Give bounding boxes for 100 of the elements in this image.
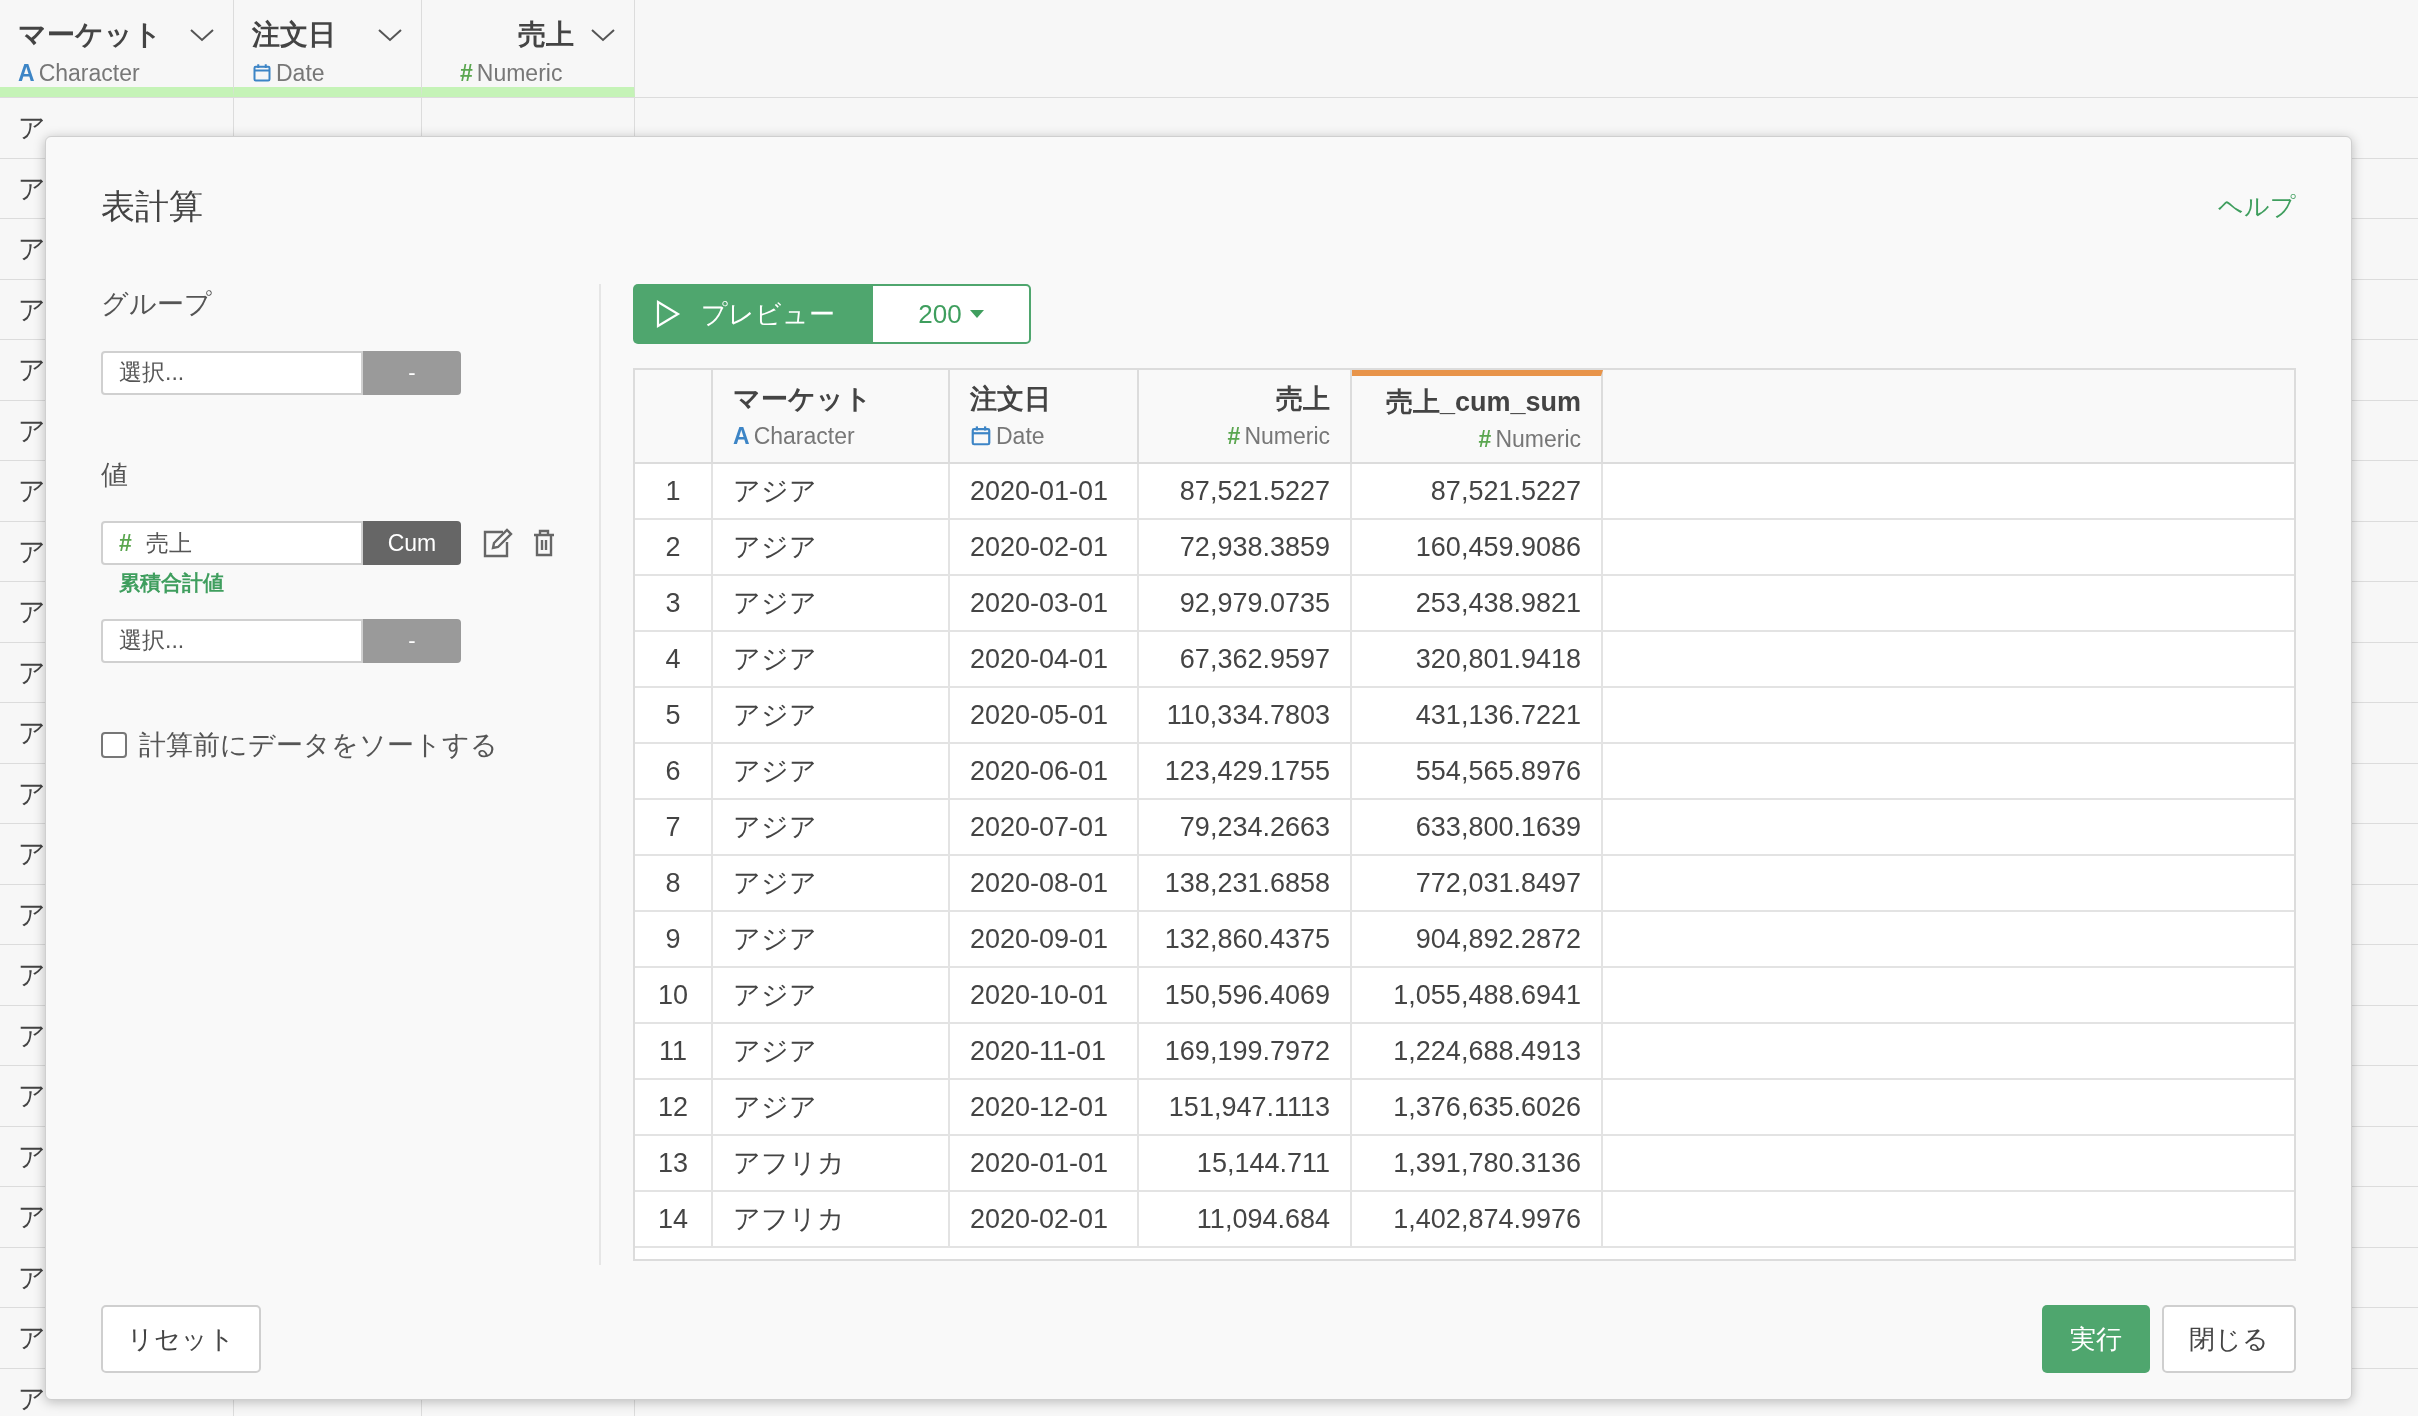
table-cell: ア xyxy=(18,899,46,930)
column-header[interactable]: 注文日 Date xyxy=(234,0,422,97)
section-label: グループ xyxy=(101,288,213,321)
row-number: 7 xyxy=(665,810,681,844)
select-field[interactable]: 選択... xyxy=(101,350,363,395)
table-cell-text: 2020-04-01 xyxy=(970,642,1109,676)
table-cell: ア xyxy=(18,960,46,990)
table-cell-text: 160,459.9086 xyxy=(1415,530,1581,564)
column-name: 売上 xyxy=(1276,382,1330,416)
row-number: 5 xyxy=(665,698,681,732)
table-cell: ア xyxy=(18,1081,46,1111)
row-number: 3 xyxy=(665,586,681,620)
column-header[interactable]: 売上_cum_sum # Numeric xyxy=(1352,370,1603,462)
column-header[interactable]: マーケット A Character xyxy=(713,370,950,462)
column-type: Numeric xyxy=(1495,425,1581,454)
table-cell: ア xyxy=(18,234,46,264)
column-name: 売上 xyxy=(518,18,574,52)
column-type: Date xyxy=(276,59,325,88)
table-cell-text: 2020-08-01 xyxy=(970,866,1109,900)
column-type: Character xyxy=(753,422,855,451)
dialog-title: 表計算 xyxy=(101,186,203,227)
table-cell-text: 2020-07-01 xyxy=(970,810,1109,844)
table-cell-text: アジア xyxy=(733,978,817,1012)
reset-button[interactable]: リセット xyxy=(101,1305,261,1373)
column-type: Character xyxy=(38,59,140,88)
table-cell-text: 554,565.8976 xyxy=(1415,754,1581,788)
edit-icon[interactable] xyxy=(481,528,513,558)
table-cell-text: アジア xyxy=(733,642,817,676)
table-cell-text: アフリカ xyxy=(733,1202,845,1236)
play-icon xyxy=(655,300,681,328)
table-cell-text: 11,094.684 xyxy=(1196,1202,1330,1236)
close-button[interactable]: 閉じる xyxy=(2162,1305,2296,1373)
table-cell-text: 2020-01-01 xyxy=(970,474,1109,508)
row-number: 9 xyxy=(665,922,681,956)
column-type: Numeric xyxy=(476,59,563,88)
column-name: マーケット xyxy=(18,18,162,52)
table-cell: ア xyxy=(18,597,46,627)
table-cell-text: アジア xyxy=(733,922,817,956)
column-type: Numeric xyxy=(1244,422,1330,451)
column-header[interactable]: 売上 # Numeric xyxy=(422,0,635,97)
calendar-icon xyxy=(252,63,272,84)
table-cell-text: 92,979.0735 xyxy=(1179,586,1330,620)
table-cell-text: アジア xyxy=(733,810,817,844)
column-header[interactable]: 注文日 Date xyxy=(950,370,1139,462)
column-name: マーケット xyxy=(733,382,872,416)
checkbox[interactable] xyxy=(101,731,127,758)
table-cell-text: アジア xyxy=(733,754,817,788)
row-number: 6 xyxy=(665,754,681,788)
table-cell: ア xyxy=(18,718,46,748)
table-cell-text: 2020-12-01 xyxy=(970,1090,1109,1124)
column-name: 注文日 xyxy=(252,18,336,52)
table-cell-text: 2020-10-01 xyxy=(970,978,1109,1012)
table-cell-text: 87,521.5227 xyxy=(1179,474,1330,508)
column-header[interactable]: マーケット A Character xyxy=(0,0,234,97)
row-number: 11 xyxy=(659,1034,687,1068)
column-header[interactable]: 売上 # Numeric xyxy=(1139,370,1352,462)
table-cell-text: 1,224,688.4913 xyxy=(1393,1034,1581,1068)
table-cell: ア xyxy=(18,1020,46,1051)
table-cell-text: アフリカ xyxy=(733,1146,845,1180)
table-cell-text: 2020-05-01 xyxy=(970,698,1109,732)
table-cell-text: 2020-09-01 xyxy=(970,922,1109,956)
table-cell-text: アジア xyxy=(733,1090,817,1124)
table-cell-text: 2020-02-01 xyxy=(970,530,1109,564)
row-number: 10 xyxy=(657,978,688,1012)
table-cell: ア xyxy=(18,536,46,567)
table-cell: ア xyxy=(18,1141,46,1172)
table-cell-text: 87,521.5227 xyxy=(1430,474,1581,508)
table-cell-text: 79,234.2663 xyxy=(1179,810,1330,844)
table-cell: ア xyxy=(18,476,46,506)
table-cell-text: 2020-02-01 xyxy=(970,1202,1109,1236)
table-cell: ア xyxy=(18,778,46,809)
row-number: 2 xyxy=(665,530,681,564)
function-caption: 累積合計値 xyxy=(118,570,225,596)
row-number: 13 xyxy=(657,1146,688,1180)
table-cell: ア xyxy=(18,839,46,869)
table-cell-text: 132,860.4375 xyxy=(1164,922,1330,956)
trash-icon[interactable] xyxy=(533,529,555,557)
table-cell-text: 772,031.8497 xyxy=(1415,866,1581,900)
select-field[interactable]: 選択... xyxy=(101,618,363,663)
table-cell-text: 633,800.1639 xyxy=(1415,810,1581,844)
table-cell-text: 1,055,488.6941 xyxy=(1393,978,1581,1012)
table-cell: ア xyxy=(18,657,46,688)
function-button[interactable]: Cum xyxy=(363,521,461,565)
table-cell-text: 123,429.1755 xyxy=(1164,754,1330,788)
chevron-down-icon[interactable] xyxy=(590,27,616,43)
section-label: 値 xyxy=(101,458,129,492)
table-cell-text: 150,596.4069 xyxy=(1164,978,1330,1012)
table-cell: ア xyxy=(18,1323,46,1353)
table-cell-text: 15,144.711 xyxy=(1196,1146,1330,1180)
table-cell-text: アジア xyxy=(733,1034,817,1068)
table-cell-text: アジア xyxy=(733,586,817,620)
table-cell-text: 904,892.2872 xyxy=(1415,922,1581,956)
caret-icon xyxy=(969,310,984,318)
value-field[interactable]: # 売上 xyxy=(101,521,363,565)
chevron-down-icon[interactable] xyxy=(189,27,215,43)
checkbox-label: 計算前にデータをソートする xyxy=(139,728,498,762)
chevron-down-icon[interactable] xyxy=(377,27,403,43)
table-cell-text: 169,199.7972 xyxy=(1164,1034,1330,1068)
table-cell-text: 320,801.9418 xyxy=(1415,642,1581,676)
table-cell-text: 1,402,874.9976 xyxy=(1393,1202,1581,1236)
